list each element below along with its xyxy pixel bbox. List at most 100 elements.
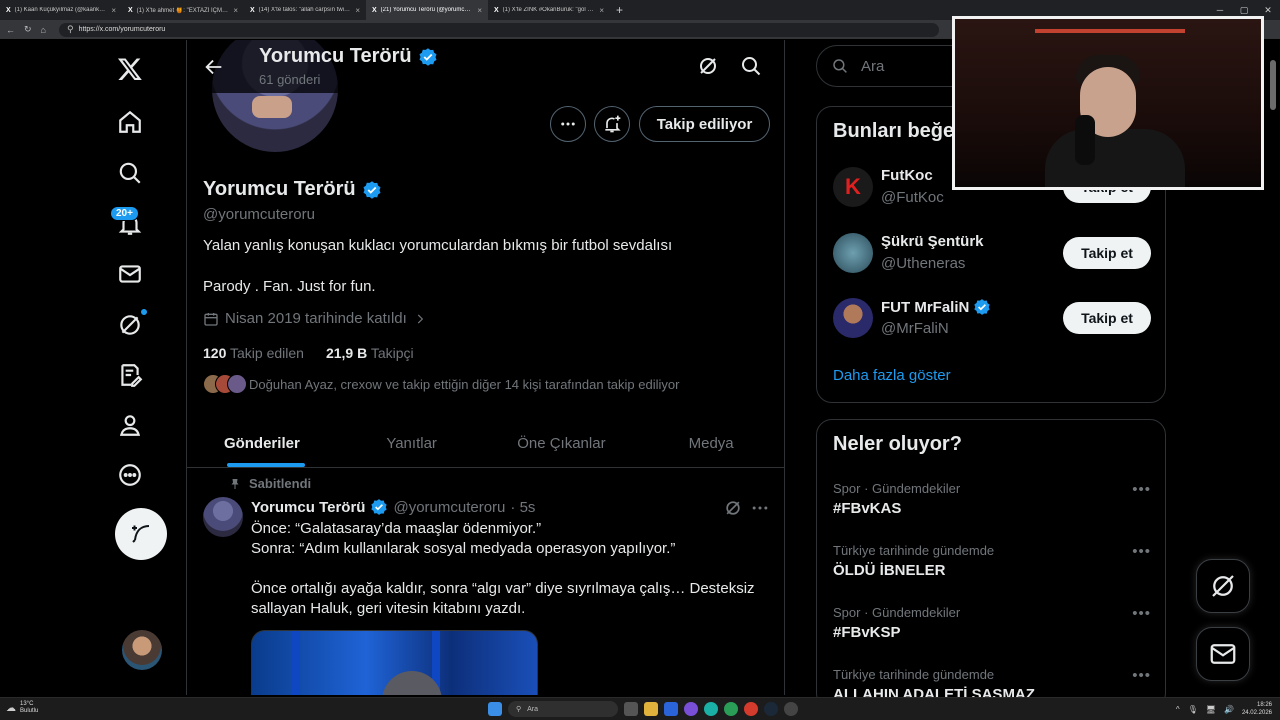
maximize-icon[interactable]: ▢ <box>1232 5 1256 16</box>
suggestion-item[interactable]: Şükrü Şentürk @Utheneras Takip et <box>833 231 1151 275</box>
suggestion-item[interactable]: FUT MrFaliN @MrFaliN Takip et <box>833 296 1151 340</box>
windows-start-icon[interactable] <box>488 702 502 716</box>
cloud-icon: ☁ <box>6 702 16 714</box>
followed-by[interactable]: Doğuhan Ayaz, crexow ve takip ettiğin di… <box>203 374 679 394</box>
obs-icon[interactable] <box>784 702 798 716</box>
tweet-avatar[interactable] <box>203 497 243 537</box>
suggestion-avatar <box>833 233 873 273</box>
close-tab-icon[interactable]: × <box>599 6 604 15</box>
back-icon[interactable]: ← <box>6 25 15 35</box>
grok-profile-icon[interactable] <box>696 54 720 78</box>
steam-icon[interactable] <box>764 702 778 716</box>
site-info-icon[interactable]: ⚲ <box>67 24 74 35</box>
back-arrow-icon[interactable] <box>203 56 225 78</box>
x-favicon-icon: X <box>494 6 499 14</box>
trend-more-icon[interactable]: ••• <box>1132 605 1151 622</box>
x-favicon-icon: X <box>372 6 377 14</box>
x-logo-icon[interactable] <box>115 54 145 84</box>
left-navigation: 20+ <box>100 40 186 695</box>
feather-icon <box>132 525 150 543</box>
chrome-icon[interactable] <box>744 702 758 716</box>
new-tab-button[interactable]: + <box>610 3 629 17</box>
xbox-icon[interactable] <box>724 702 738 716</box>
verified-badge-icon <box>371 499 388 515</box>
taskbar-clock[interactable]: 18:26 24.02.2026 <box>1242 701 1272 717</box>
close-tab-icon[interactable]: × <box>111 6 116 15</box>
search-profile-icon[interactable] <box>739 54 763 78</box>
x-favicon-icon: X <box>6 6 11 14</box>
store-icon[interactable] <box>664 702 678 716</box>
profile-name: Yorumcu Terörü <box>203 178 382 201</box>
profile-bio: Yalan yanlış konuşan kuklacı yorumculard… <box>203 237 673 254</box>
system-tray: ^ 🎙 🖥 🔊 18:26 24.02.2026 <box>1176 701 1272 717</box>
trend-more-icon[interactable]: ••• <box>1132 543 1151 560</box>
reload-icon[interactable]: ↻ <box>24 24 32 35</box>
grok-tweet-icon[interactable] <box>723 498 743 518</box>
browser-tab[interactable]: X (14) X'te talos: "allah carpsın twitter… <box>244 0 366 20</box>
tray-chevron-icon[interactable]: ^ <box>1176 705 1180 714</box>
file-explorer-icon[interactable] <box>644 702 658 716</box>
close-tab-icon[interactable]: × <box>477 6 482 15</box>
scrollbar-thumb[interactable] <box>1270 60 1276 110</box>
follow-button[interactable]: Takip et <box>1063 302 1151 334</box>
search-nav-icon[interactable] <box>115 158 145 188</box>
suggestion-avatar: K <box>833 167 873 207</box>
tab-replies[interactable]: Yanıtlar <box>337 420 487 467</box>
followers-stat[interactable]: 21,9 B Takipçi <box>326 345 414 361</box>
browser-tab[interactable]: X (1) Kaan Küçükyılmaz (@kaankcky... × <box>0 0 122 20</box>
trend-item[interactable]: Spor · Gündemdekiler #FBvKSP ••• <box>833 605 1151 649</box>
trends-title: Neler oluyor? <box>833 433 962 455</box>
tab-posts[interactable]: Gönderiler <box>187 420 337 467</box>
more-options-button[interactable] <box>550 106 586 142</box>
trend-item[interactable]: Spor · Gündemdekiler #FBvKAS ••• <box>833 481 1151 525</box>
microphone-icon[interactable]: 🎙 <box>1188 705 1198 714</box>
weather-widget[interactable]: ☁ 13°C Bulutlu <box>6 701 38 715</box>
network-icon[interactable]: 🖥 <box>1206 705 1216 714</box>
trend-item[interactable]: Türkiye tarihinde gündemde ÖLDÜ İBNELER … <box>833 543 1151 587</box>
account-avatar[interactable] <box>122 630 162 670</box>
joined-date[interactable]: Nisan 2019 tarihinde katıldı <box>203 310 427 327</box>
browser-tab[interactable]: X (1) X'te ZINK #OkanBuruk: "gol ya... × <box>488 0 610 20</box>
follower-avatars <box>203 374 247 394</box>
tab-media[interactable]: Medya <box>636 420 784 467</box>
home-nav-icon[interactable] <box>115 107 145 137</box>
grok-icon <box>1212 575 1234 597</box>
verified-badge-icon <box>363 180 381 199</box>
tweet-more-icon[interactable] <box>750 498 770 518</box>
tab-highlights[interactable]: Öne Çıkanlar <box>487 420 637 467</box>
notify-button[interactable] <box>594 106 630 142</box>
lists-icon[interactable] <box>115 360 145 390</box>
discord-icon[interactable] <box>684 702 698 716</box>
grok-float-button[interactable] <box>1196 559 1250 613</box>
following-button[interactable]: Takip ediliyor <box>639 106 770 142</box>
home-icon[interactable]: ⌂ <box>41 25 46 35</box>
close-tab-icon[interactable]: × <box>233 6 238 15</box>
profile-icon[interactable] <box>115 410 145 440</box>
profile-handle: @yorumcuteroru <box>203 206 315 223</box>
following-stat[interactable]: 120 Takip edilen <box>203 345 304 361</box>
browser-tab-active[interactable]: X (21) Yorumcu Terörü (@yorumcut... × <box>366 0 488 20</box>
ellipsis-icon <box>561 122 575 126</box>
x-favicon-icon: X <box>250 6 255 14</box>
url-field[interactable]: ⚲ https://x.com/yorumcuteroru <box>58 22 939 37</box>
browser-tab[interactable]: X (1) X'te ahmet 🍯: "EXTAZİ İÇMİY... × <box>122 0 244 20</box>
minimize-icon[interactable]: ─ <box>1208 5 1232 15</box>
messages-float-button[interactable] <box>1196 627 1250 681</box>
edge-icon[interactable] <box>704 702 718 716</box>
pinned-tweet[interactable]: Sabitlendi Yorumcu Terörü @yorumcuteroru… <box>187 470 784 695</box>
compose-post-button[interactable] <box>115 508 167 560</box>
tweet-media-image[interactable] <box>251 630 538 695</box>
follow-button[interactable]: Takip et <box>1063 237 1151 269</box>
show-more-link[interactable]: Daha fazla göster <box>833 367 951 384</box>
close-tab-icon[interactable]: × <box>355 6 360 15</box>
task-view-icon[interactable] <box>624 702 638 716</box>
more-icon[interactable] <box>115 460 145 490</box>
profile-column: Yorumcu Terörü 61 gönderi Takip ediliyor… <box>186 40 785 695</box>
webcam-overlay <box>952 16 1264 190</box>
trend-more-icon[interactable]: ••• <box>1132 667 1151 684</box>
messages-icon[interactable] <box>115 259 145 289</box>
close-window-icon[interactable]: ✕ <box>1256 5 1280 16</box>
taskbar-search[interactable]: ⚲ Ara <box>508 701 618 717</box>
volume-icon[interactable]: 🔊 <box>1224 705 1234 714</box>
trend-more-icon[interactable]: ••• <box>1132 481 1151 498</box>
